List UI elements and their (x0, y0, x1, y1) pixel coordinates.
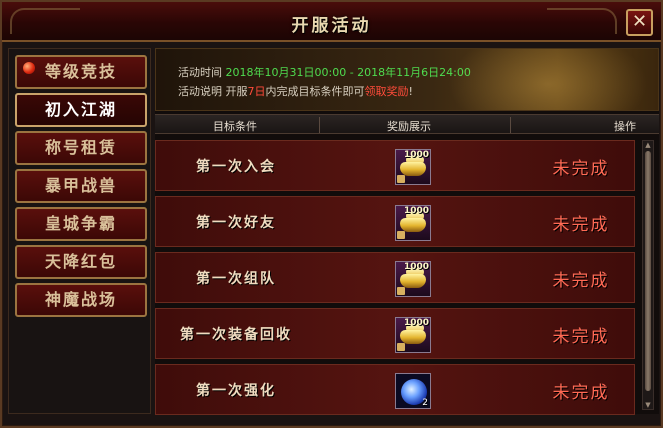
title-bar: 开服活动 ✕ (2, 2, 661, 42)
ingot-icon (400, 162, 426, 176)
activity-time: 活动时间 2018年10月31日00:00 - 2018年11月6日24:00 (178, 64, 471, 80)
reward-amount: 1000 (403, 262, 429, 272)
reward-count: 2 (422, 398, 428, 408)
task-status: 未完成 (552, 159, 610, 179)
sidebar-item-label: 神魔战场 (44, 290, 117, 309)
task-status: 未完成 (552, 383, 610, 403)
task-row: 第一次组队 1000 未完成 (155, 252, 635, 303)
reward-amount: 1000 (403, 150, 429, 160)
task-status: 未完成 (552, 327, 610, 347)
activity-description: 活动说明 开服7日内完成目标条件即可领取奖励! (178, 83, 413, 99)
blue-orb-reward-icon[interactable]: 2 (395, 373, 431, 409)
ingot-icon (400, 218, 426, 232)
task-row: 第一次装备回收 1000 未完成 (155, 308, 635, 359)
sidebar-item-label: 等级竞技 (44, 62, 117, 81)
task-name: 第一次组队 (196, 271, 276, 287)
task-name: 第一次强化 (196, 383, 276, 399)
reward-amount: 1000 (403, 318, 429, 328)
desc-highlight-reward: 领取奖励 (364, 85, 409, 98)
sidebar-item-label: 初入江湖 (44, 100, 117, 119)
lock-icon (397, 175, 405, 183)
table-header: 目标条件 奖励展示 操作 (155, 114, 659, 134)
notification-dot-icon (23, 62, 35, 74)
sidebar-item-level-competition[interactable]: 等级竞技 (15, 55, 147, 89)
header-divider (319, 117, 320, 133)
desc-label: 活动说明 (178, 85, 222, 98)
gold-ingot-reward-icon[interactable]: 1000 (395, 205, 431, 241)
sidebar-item-city-siege[interactable]: 皇城争霸 (15, 207, 147, 241)
task-name: 第一次装备回收 (180, 327, 292, 343)
scrollbar-thumb[interactable] (645, 151, 651, 391)
desc-suffix: ! (408, 85, 413, 98)
activity-banner: 活动时间 2018年10月31日00:00 - 2018年11月6日24:00 … (155, 48, 659, 111)
task-status: 未完成 (552, 271, 610, 291)
ingot-icon (400, 274, 426, 288)
activity-window: 开服活动 ✕ 等级竞技 初入江湖 称号租赁 暴甲战兽 皇城争霸 天降红包 神魔战… (0, 0, 663, 428)
scroll-up-icon[interactable]: ▲ (644, 141, 652, 149)
sidebar-item-battlefield[interactable]: 神魔战场 (15, 283, 147, 317)
header-goal: 目标条件 (213, 120, 257, 133)
gold-ingot-reward-icon[interactable]: 1000 (395, 149, 431, 185)
sidebar-item-label: 皇城争霸 (44, 214, 117, 233)
activity-main-panel: 活动时间 2018年10月31日00:00 - 2018年11月6日24:00 … (155, 48, 659, 415)
window-title: 开服活动 (291, 16, 372, 36)
time-start: 2018年10月31日00:00 (225, 66, 347, 79)
task-list: 第一次入会 1000 未完成 第一次好友 1000 未完成 第一次组队 1000… (155, 140, 639, 415)
header-divider (510, 117, 511, 133)
task-row: 第一次强化 2 未完成 (155, 364, 635, 415)
time-separator: - (346, 66, 358, 79)
desc-middle: 内完成目标条件即可 (265, 85, 365, 98)
sidebar-item-label: 天降红包 (44, 252, 117, 271)
ingot-icon (400, 330, 426, 344)
scroll-down-icon[interactable]: ▼ (644, 401, 652, 409)
close-button[interactable]: ✕ (626, 9, 653, 36)
desc-prefix: 开服 (225, 85, 248, 98)
task-name: 第一次入会 (196, 159, 276, 175)
sidebar-item-war-beast[interactable]: 暴甲战兽 (15, 169, 147, 203)
time-end: 2018年11月6日24:00 (357, 66, 471, 79)
sidebar-item-beginner[interactable]: 初入江湖 (15, 93, 147, 127)
task-list-scrollbar[interactable]: ▲ ▼ (642, 140, 654, 410)
gold-ingot-reward-icon[interactable]: 1000 (395, 317, 431, 353)
reward-amount: 1000 (403, 206, 429, 216)
task-row: 第一次入会 1000 未完成 (155, 140, 635, 191)
activity-sidebar: 等级竞技 初入江湖 称号租赁 暴甲战兽 皇城争霸 天降红包 神魔战场 (8, 48, 151, 414)
sidebar-item-label: 称号租赁 (44, 138, 117, 157)
lock-icon (397, 231, 405, 239)
header-reward: 奖励展示 (387, 120, 431, 133)
time-label: 活动时间 (178, 66, 222, 79)
sidebar-item-red-packet[interactable]: 天降红包 (15, 245, 147, 279)
lock-icon (397, 343, 405, 351)
header-action: 操作 (614, 120, 636, 133)
desc-highlight-days: 7日 (247, 85, 266, 98)
lock-icon (397, 287, 405, 295)
task-row: 第一次好友 1000 未完成 (155, 196, 635, 247)
sidebar-item-title-rental[interactable]: 称号租赁 (15, 131, 147, 165)
sidebar-item-label: 暴甲战兽 (44, 176, 117, 195)
task-status: 未完成 (552, 215, 610, 235)
task-name: 第一次好友 (196, 215, 276, 231)
gold-ingot-reward-icon[interactable]: 1000 (395, 261, 431, 297)
